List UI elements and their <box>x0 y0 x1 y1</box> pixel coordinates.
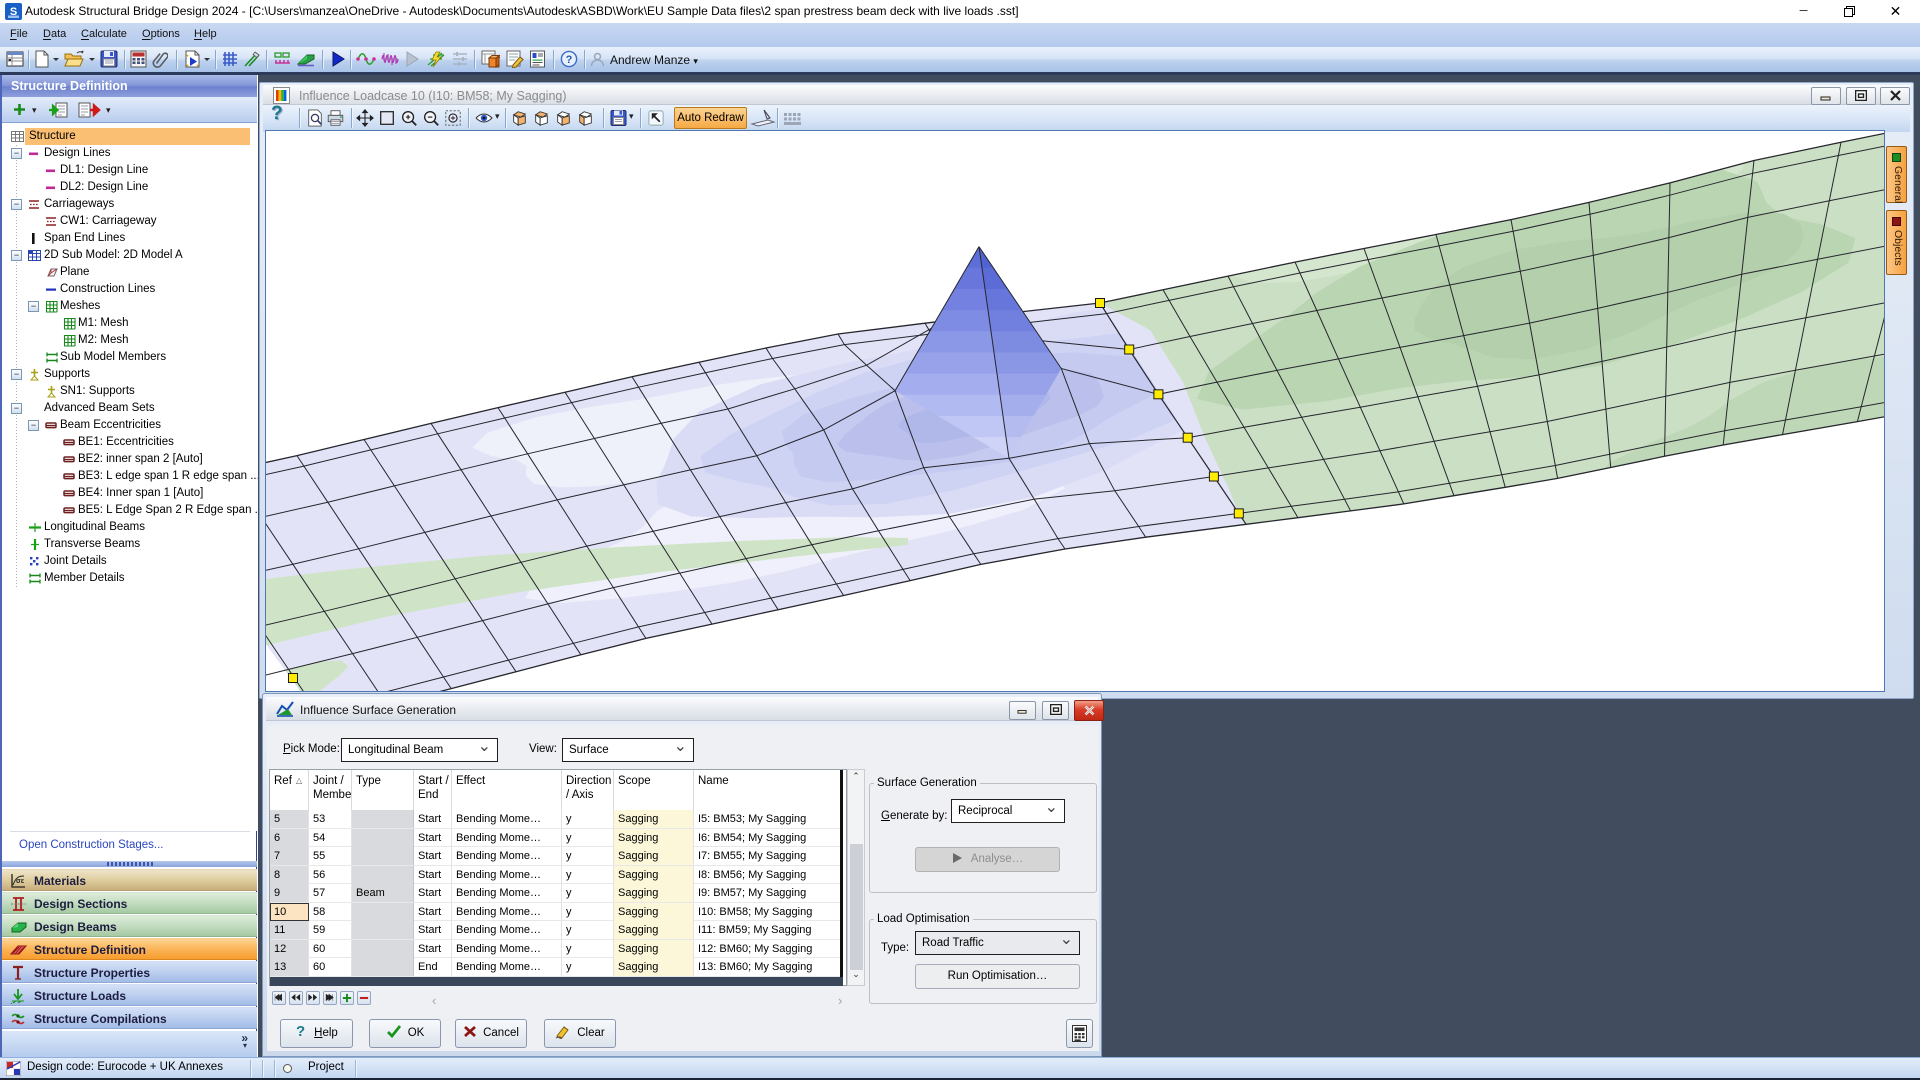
svg-text:σε: σε <box>16 878 25 885</box>
svg-text:?: ? <box>566 54 573 66</box>
svg-text:?: ? <box>296 1023 305 1039</box>
